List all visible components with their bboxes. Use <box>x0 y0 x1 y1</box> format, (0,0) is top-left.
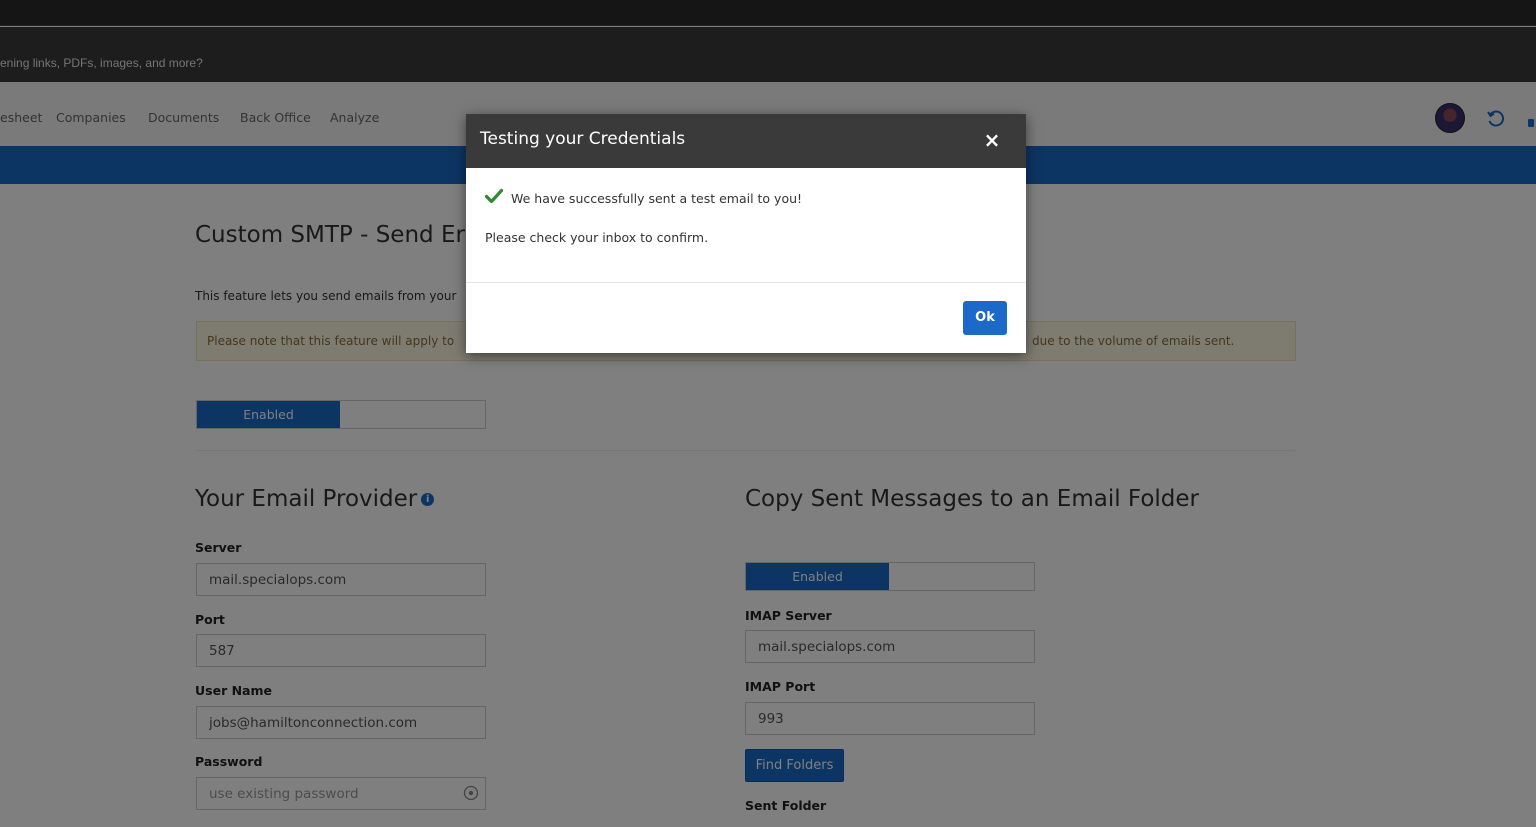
modal-body: We have successfully sent a test email t… <box>466 168 1026 282</box>
ok-button[interactable]: Ok <box>963 301 1007 335</box>
close-icon[interactable]: × <box>982 128 1002 152</box>
credentials-modal: Testing your Credentials × We have succe… <box>466 114 1026 353</box>
confirm-message: Please check your inbox to confirm. <box>485 230 709 245</box>
modal-header: Testing your Credentials × <box>466 114 1026 168</box>
success-message: We have successfully sent a test email t… <box>511 191 803 206</box>
modal-title: Testing your Credentials <box>480 129 686 149</box>
modal-footer: Ok <box>466 282 1026 353</box>
checkmark-icon <box>485 188 503 204</box>
